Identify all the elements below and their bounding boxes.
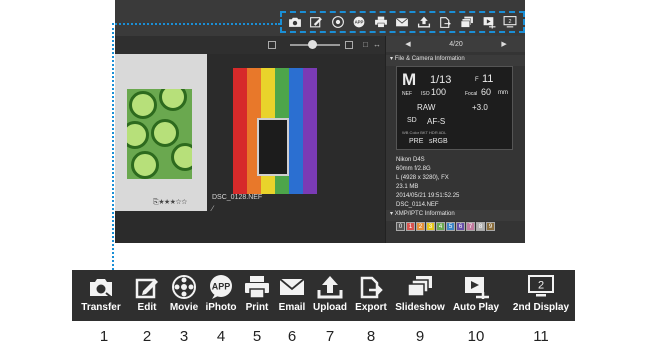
top-toolbar: APP 2: [115, 0, 525, 36]
exposure-compensation: +3.0: [472, 103, 488, 112]
xmp-panel-header[interactable]: ▾ XMP/IPTC Information: [386, 210, 525, 221]
film-reel-icon[interactable]: [329, 14, 347, 30]
callout-number-3: 3: [179, 328, 189, 345]
color-space: sRGB: [429, 138, 448, 145]
highlighted-output-toolbar: APP 2: [280, 11, 525, 33]
edit-pencil-icon: [135, 278, 158, 299]
aperture-value: 11: [482, 73, 494, 85]
camera-transfer-icon: [90, 279, 112, 298]
upload-arrow-icon[interactable]: [415, 14, 433, 30]
auto-play-button[interactable]: Auto Play: [449, 270, 503, 321]
callout-leader-vertical: [112, 23, 114, 270]
rainbow-building-photo[interactable]: [233, 68, 317, 194]
slideshow-icon[interactable]: [458, 14, 476, 30]
label-3[interactable]: 3: [426, 222, 435, 231]
small-thumbnail-icon[interactable]: [268, 41, 276, 49]
auto-play-icon[interactable]: [480, 14, 498, 30]
printer-icon[interactable]: [372, 14, 390, 30]
app-badge-icon: APP: [210, 275, 232, 299]
label-2[interactable]: 2: [416, 222, 425, 231]
image-quality: RAW: [417, 103, 436, 112]
iso-value: 100: [431, 87, 447, 97]
callout-number-11: 11: [533, 328, 549, 345]
film-reel-icon: [172, 275, 196, 299]
email-button[interactable]: Email: [274, 270, 310, 321]
callout-number-6: 6: [287, 328, 297, 345]
door-shape: [257, 118, 289, 176]
exposure-mode: M: [402, 70, 417, 89]
thumbnail-size-slider-knob[interactable]: [308, 40, 317, 49]
movie-button[interactable]: Movie: [164, 270, 204, 321]
svg-text:APP: APP: [212, 282, 231, 292]
camera-transfer-icon[interactable]: [286, 14, 304, 30]
edit-button[interactable]: Edit: [127, 270, 167, 321]
rotate-icon[interactable]: ↔: [373, 40, 381, 49]
envelope-icon: [279, 278, 305, 295]
label-8[interactable]: 8: [476, 222, 485, 231]
color-label-selector: 0 1 2 3 4 5 6 7 8 9: [396, 222, 495, 231]
focal-length: 60: [481, 87, 492, 97]
callout-leader-horizontal: [112, 23, 280, 25]
image-counter: 4/20: [449, 40, 463, 48]
thumbnail-grid: ⎘★★★☆☆ DSC_0128.NEF ∕: [115, 54, 385, 243]
label-1[interactable]: 1: [406, 222, 415, 231]
transfer-button[interactable]: Transfer: [78, 270, 124, 321]
callout-number-9: 9: [415, 328, 425, 345]
callout-number-2: 2: [142, 328, 152, 345]
slideshow-button[interactable]: Slideshow: [392, 270, 448, 321]
white-balance: PRE: [409, 138, 424, 145]
svg-text:APP: APP: [355, 20, 364, 25]
viewnx-window: APP 2 □ ↔ ⎘★★★☆☆ DSC_0128.NEF ∕ ◀ 4/20 ▶…: [115, 0, 525, 243]
previous-image-button[interactable]: ◀: [405, 40, 410, 48]
export-icon[interactable]: [436, 14, 454, 30]
second-display-button[interactable]: 2 2nd Display: [511, 270, 571, 321]
memory-card: SD: [407, 117, 417, 124]
okra-photo: [127, 89, 192, 179]
output-toolbar: Transfer Edit Movie APP iPhoto Print Ema…: [72, 270, 575, 321]
file-metadata: Nikon D4S 60mm f/2.8G L (4928 x 3280), F…: [396, 157, 460, 208]
upload-arrow-icon: [317, 276, 343, 299]
image-navigator: ◀ 4/20 ▶: [386, 36, 525, 52]
callout-number-5: 5: [252, 328, 262, 345]
thumbnail-toolbar: □ ↔: [115, 36, 385, 54]
callout-number-8: 8: [366, 328, 376, 345]
second-display-icon[interactable]: 2: [501, 14, 519, 30]
thumbnail-filename: DSC_0128.NEF: [212, 194, 263, 201]
callout-number-10: 10: [467, 328, 485, 345]
thumbnail-okra[interactable]: ⎘★★★☆☆: [115, 54, 207, 211]
label-0[interactable]: 0: [396, 222, 405, 231]
edit-pencil-icon[interactable]: [307, 14, 325, 30]
svg-text:2: 2: [538, 280, 544, 292]
shutter-speed: 1/13: [430, 74, 452, 86]
focus-mode: AF-S: [427, 117, 446, 126]
export-button[interactable]: Export: [351, 270, 391, 321]
star-rating[interactable]: ⎘★★★☆☆: [153, 199, 187, 207]
export-icon: [360, 276, 383, 299]
callout-number-4: 4: [216, 328, 226, 345]
label-7[interactable]: 7: [466, 222, 475, 231]
label-6[interactable]: 6: [456, 222, 465, 231]
envelope-icon[interactable]: [393, 14, 411, 30]
label-4[interactable]: 4: [436, 222, 445, 231]
callout-number-1: 1: [99, 328, 109, 345]
callout-number-7: 7: [325, 328, 335, 345]
upload-button[interactable]: Upload: [309, 270, 351, 321]
auto-play-icon: [465, 277, 489, 299]
iphoto-button[interactable]: APP iPhoto: [201, 270, 241, 321]
svg-text:2: 2: [509, 19, 512, 25]
slideshow-icon: [407, 276, 432, 297]
label-9[interactable]: 9: [486, 222, 495, 231]
second-display-icon: 2: [528, 275, 554, 297]
large-thumbnail-icon[interactable]: [345, 41, 353, 49]
next-image-button[interactable]: ▶: [501, 40, 506, 48]
info-panel: ◀ 4/20 ▶ ▾ File & Camera Information M 1…: [385, 36, 525, 243]
trash-icon[interactable]: □: [363, 40, 368, 49]
print-button[interactable]: Print: [240, 270, 274, 321]
camera-info-box: M 1/13 F 11 NEF ISO 100 Focal 60 mm RAW …: [396, 66, 513, 150]
app-badge-icon[interactable]: APP: [350, 14, 368, 30]
edit-mark-icon: ∕: [212, 204, 214, 213]
printer-icon: [245, 276, 269, 299]
label-5[interactable]: 5: [446, 222, 455, 231]
file-camera-panel-header[interactable]: ▾ File & Camera Information: [386, 55, 525, 66]
